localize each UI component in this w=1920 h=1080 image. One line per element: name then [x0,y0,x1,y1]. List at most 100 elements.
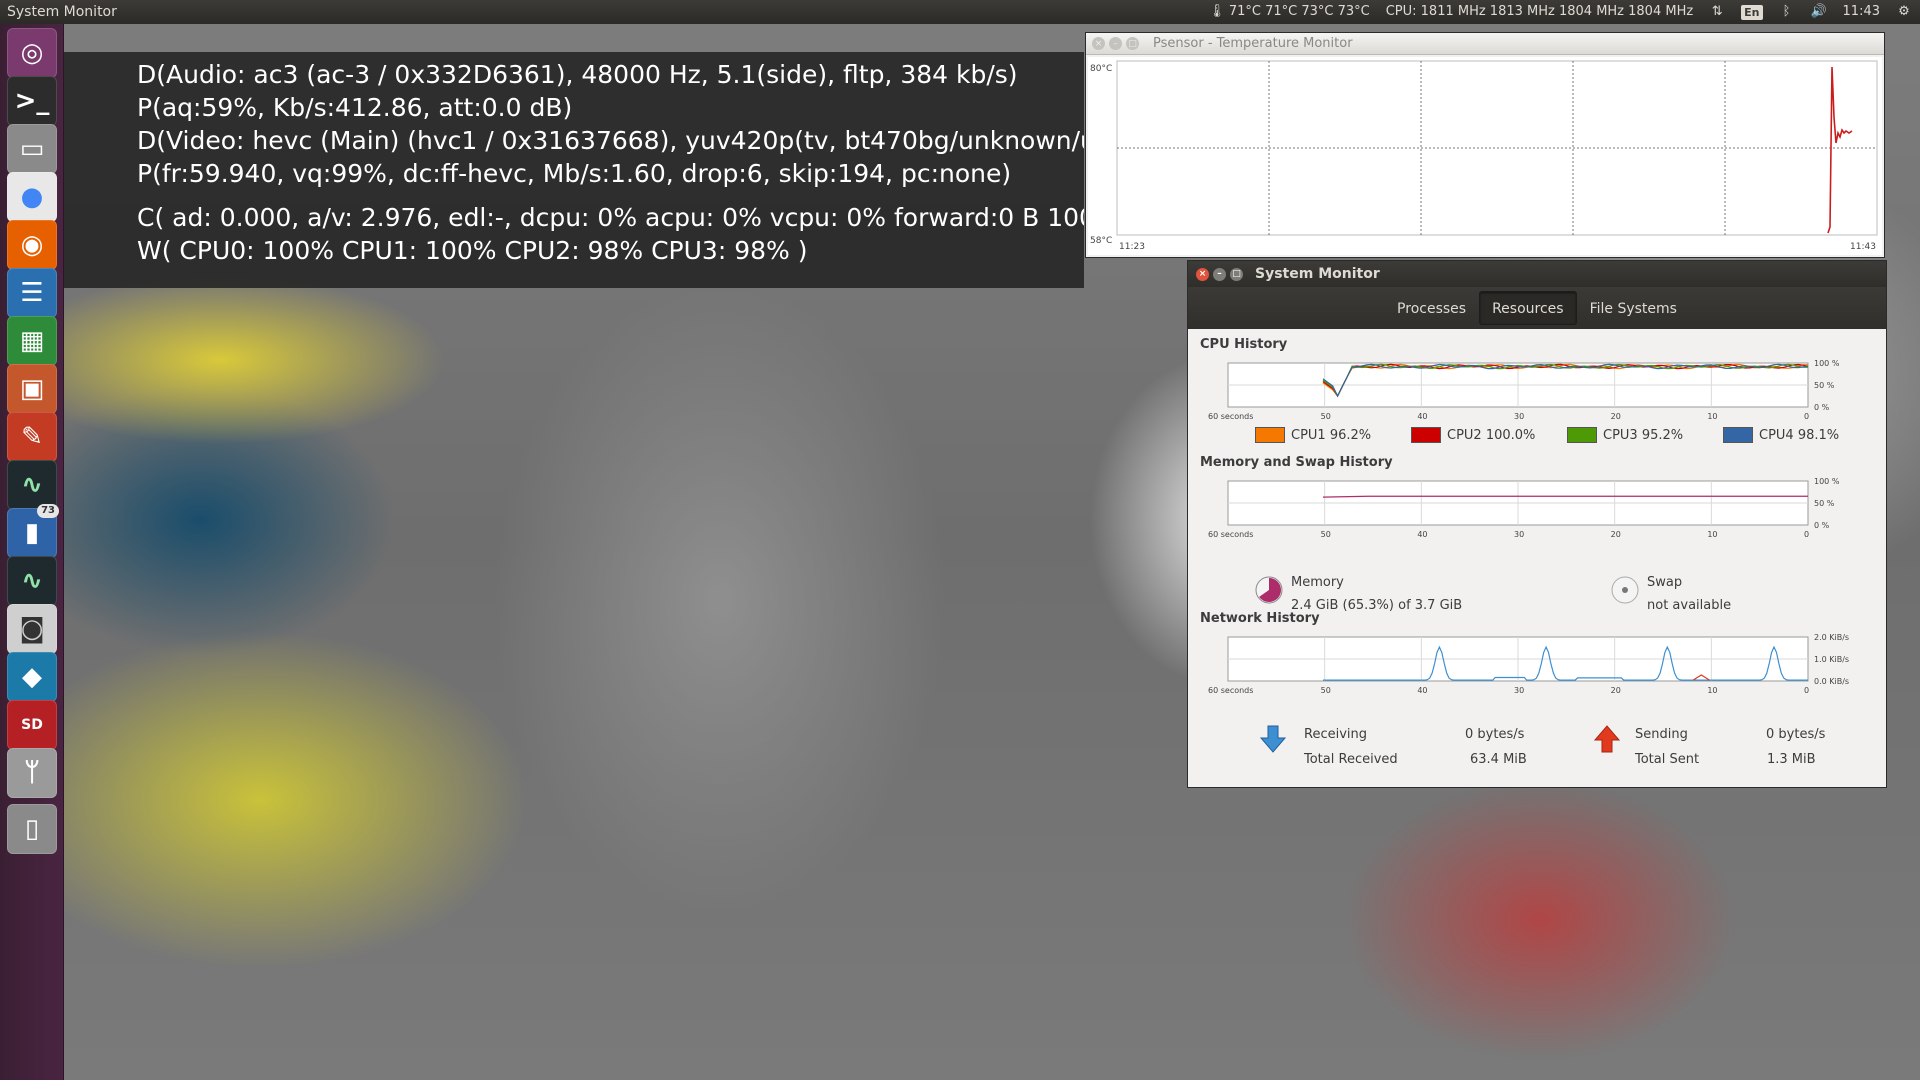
time-start-label: 11:23 [1119,242,1145,252]
y-tick-label: 50 % [1814,499,1835,508]
swap-value: not available [1647,598,1732,613]
y-tick-label: 0.0 KiB/s [1814,677,1849,686]
x-tick-label: 0 [1804,530,1809,539]
active-app-title: System Monitor [7,4,117,20]
temperature-indicator[interactable]: 🌡 71°C 71°C 73°C 73°C [1201,0,1378,24]
clock-indicator[interactable]: 11:43 [1835,0,1888,24]
cpu-legend-item[interactable]: CPU2 100.0% [1411,427,1535,443]
usb-drive-glyph: ᛘ [24,758,40,788]
osd-audio-decoder-line: D(Audio: ac3 (ac-3 / 0x332D6361), 48000 … [137,60,1018,89]
total-sent-label: Total Sent [1635,752,1700,767]
color-swatch[interactable] [1723,427,1753,443]
network-transfer-icon: ⇅ [1711,4,1723,19]
tab-processes[interactable]: Processes [1384,291,1479,325]
chrome-glyph: ● [20,182,44,212]
chrome-icon[interactable]: ● [7,172,57,222]
download-arrow-icon [1259,725,1287,753]
cpu-legend-item[interactable]: CPU4 98.1% [1723,427,1839,443]
cpu-legend-label: CPU3 95.2% [1603,427,1684,443]
maximize-icon[interactable]: □ [1230,267,1243,281]
psensor-icon[interactable]: ▮ 73 [7,504,59,558]
impress-icon[interactable]: ▣ [7,364,57,414]
x-tick-label: 0 [1804,412,1809,421]
terminal-icon[interactable]: >_ [7,76,57,126]
kodi-glyph: ◆ [22,662,42,692]
indicator-area: 🌡 71°C 71°C 73°C 73°C CPU: 1811 MHz 1813… [1201,0,1920,24]
x-tick-label: 20 [1611,686,1621,695]
system-monitor-icon[interactable]: ∿ [7,460,57,510]
top-panel: System Monitor 🌡 71°C 71°C 73°C 73°C CPU… [0,0,1920,24]
firefox-glyph: ◉ [20,230,44,260]
x-tick-label: 50 [1321,412,1331,421]
tab-resources[interactable]: Resources [1479,291,1577,325]
system-monitor-icon[interactable]: ∿ [7,556,57,606]
system-monitor-titlebar[interactable]: × – □ System Monitor [1188,261,1886,287]
cpu-legend: CPU1 96.2% CPU2 100.0% CPU3 95.2% CPU4 98.1… [1255,427,1875,447]
psensor-titlebar[interactable]: × – □ Psensor - Temperature Monitor [1086,33,1884,55]
color-swatch[interactable] [1567,427,1597,443]
cpu-legend-item[interactable]: CPU3 95.2% [1567,427,1683,443]
color-swatch[interactable] [1255,427,1285,443]
color-swatch[interactable] [1411,427,1441,443]
maximize-icon[interactable]: □ [1126,37,1139,50]
bluetooth-indicator[interactable]: ᛒ [1771,4,1803,20]
x-tick-label: 40 [1417,686,1427,695]
y-tick-label: 0 % [1814,403,1830,412]
sound-indicator[interactable]: 🔊 [1803,4,1835,20]
trash-icon[interactable]: ▯ [7,804,57,854]
memory-label: Memory [1291,575,1344,590]
ubuntu-dash-glyph: ◎ [20,38,44,68]
x-tick-label: 30 [1514,530,1524,539]
total-sent-value: 1.3 MiB [1767,752,1816,767]
tab-file-systems[interactable]: File Systems [1577,291,1690,325]
calc-icon[interactable]: ▦ [7,316,57,366]
sending-value: 0 bytes/s [1766,727,1826,742]
resources-view: CPU History 60 seconds 50 40 30 20 10 0 100 % 50… [1188,329,1886,787]
temperature-readout: 71°C 71°C 73°C 73°C [1228,4,1370,19]
clock: 11:43 [1842,4,1880,19]
window-title: System Monitor [1255,266,1380,282]
minimize-icon[interactable]: – [1213,267,1226,281]
close-icon[interactable]: × [1092,37,1105,50]
files-glyph: ▭ [19,134,45,164]
sd-card-icon[interactable]: SD [7,700,57,750]
x-tick-label: 20 [1611,412,1621,421]
ubuntu-dash-icon[interactable]: ◎ [7,28,57,78]
cpu-legend-label: CPU1 96.2% [1291,427,1372,443]
session-indicator[interactable]: ⚙ [1888,4,1920,20]
bluetooth-icon: ᛒ [1782,4,1791,19]
temp-min-label: 58°C [1090,236,1112,246]
usb-drive-icon[interactable]: ᛘ [7,748,57,798]
keyboard-indicator[interactable]: En [1733,4,1770,20]
settings-icon[interactable]: ✎ [7,412,57,462]
y-tick-label: 0 % [1814,521,1830,530]
y-tick-label: 2.0 KiB/s [1814,633,1849,642]
header-bar: Processes Resources File Systems [1188,287,1886,329]
close-icon[interactable]: × [1196,267,1209,281]
calc-glyph: ▦ [19,326,45,356]
view-switcher: Processes Resources File Systems [1384,291,1690,325]
x-tick-label: 60 seconds [1208,412,1253,421]
writer-icon[interactable]: ☰ [7,268,57,318]
memory-history-graph: 60 seconds 50 40 30 20 10 0 100 % 50 % 0 % [1208,477,1840,539]
files-icon[interactable]: ▭ [7,124,57,174]
y-tick-label: 100 % [1814,477,1840,486]
terminal-glyph: >_ [14,86,50,116]
x-tick-label: 30 [1514,686,1524,695]
minimize-icon[interactable]: – [1109,37,1122,50]
trash-glyph: ▯ [24,814,40,844]
firefox-icon[interactable]: ◉ [7,220,57,270]
osd-video-decoder-line: D(Video: hevc (Main) (hvc1 / 0x31637668)… [137,126,1084,155]
launcher: ◎ >_ ▭ ● ◉ ☰ ▦ ▣ ✎ ∿ ▮ 73 ∿ ◙ ◆ SD ᛘ ▯ [0,24,64,1080]
kodi-icon[interactable]: ◆ [7,652,57,702]
osd-sync-line: C( ad: 0.000, a/v: 2.976, edl:-, dcpu: 0… [137,203,1084,232]
impress-glyph: ▣ [19,374,45,404]
y-tick-label: 1.0 KiB/s [1814,655,1849,664]
psensor-window: × – □ Psensor - Temperature Monitor 80°C… [1085,32,1885,258]
cpu-frequency-indicator[interactable]: CPU: 1811 MHz 1813 MHz 1804 MHz 1804 MHz [1378,0,1701,24]
camera-icon[interactable]: ◙ [7,604,57,654]
network-indicator[interactable]: ⇅ [1701,4,1733,20]
temp-max-label: 80°C [1090,64,1112,74]
cpu-legend-item[interactable]: CPU1 96.2% [1255,427,1371,443]
system-monitor-glyph: ∿ [21,566,43,596]
